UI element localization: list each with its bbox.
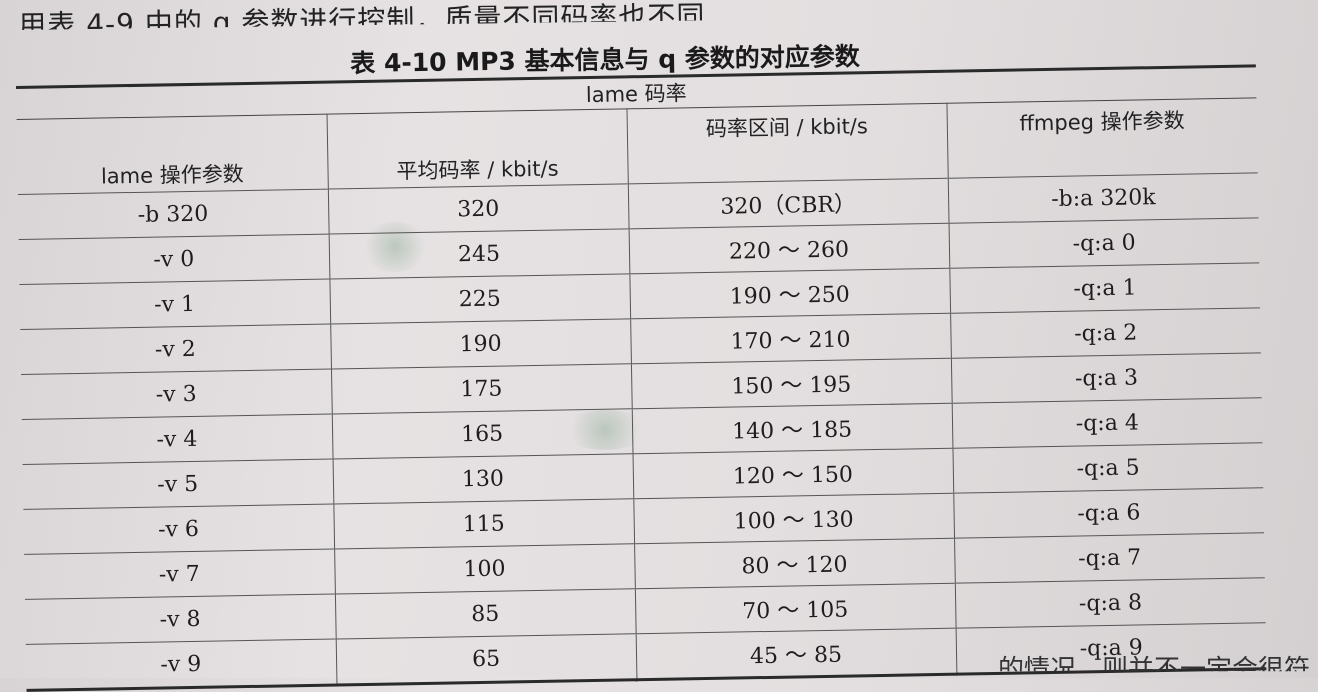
cell-bitrate-range: 190 ～ 250: [629, 268, 951, 319]
cell-lame-param: -v 5: [157, 471, 199, 498]
header-avg-bitrate: 平均码率 / kbit/s: [327, 149, 628, 190]
header-empty-cell: [627, 143, 948, 184]
header-bitrate-range: 码率区间 / kbit/s: [626, 103, 948, 150]
cell-avg-bitrate: 225: [329, 273, 631, 325]
cell-bitrate-range: 70 ～ 105: [634, 583, 956, 634]
cell-lame-param: -v 3: [155, 381, 197, 408]
cell-avg-bitrate: 245: [328, 228, 630, 280]
cell-lame-param: -b 320: [137, 201, 209, 228]
mp3-q-params-table: lame 码率 码率区间 / kbit/s ffmpeg 操作参数 lame 操…: [16, 64, 1267, 692]
header-empty-cell: [326, 108, 628, 155]
header-ffmpeg-param: ffmpeg 操作参数: [946, 97, 1258, 144]
header-empty-cell: [17, 114, 328, 160]
cell-bitrate-range: 220 ～ 260: [628, 223, 950, 274]
cell-bitrate-range: 45 ～ 85: [635, 628, 957, 680]
cell-bitrate-range: 320（CBR）: [627, 178, 949, 229]
cell-avg-bitrate: 190: [330, 318, 631, 370]
cell-ffmpeg-param: -q:a 3: [950, 352, 1262, 404]
cell-lame-param: -v 4: [156, 426, 198, 453]
cell-lame-param: -v 2: [154, 336, 197, 363]
cell-ffmpeg-param: -q:a 5: [952, 442, 1264, 494]
cell-bitrate-range: 150 ～ 195: [630, 358, 952, 409]
header-lame-param: lame 操作参数: [100, 162, 244, 189]
cell-avg-bitrate: 320: [327, 183, 629, 235]
cell-ffmpeg-param: -b:a 320k: [947, 172, 1259, 224]
cell-bitrate-range: 170 ～ 210: [630, 313, 951, 364]
bottom-body-text: 的情况，则并不一定会很符: [997, 655, 1310, 685]
cell-bitrate-range: 120 ～ 150: [632, 448, 954, 499]
cell-ffmpeg-param: -q:a 7: [954, 532, 1265, 584]
cell-avg-bitrate: 65: [335, 633, 637, 685]
cell-ffmpeg-param: -q:a 8: [954, 577, 1266, 629]
cell-ffmpeg-param: -q:a 2: [950, 307, 1261, 359]
book-page: 用表 4-9 中的 q 参数进行控制，质量不同码率也不同 表 4-10 MP3 …: [0, 0, 1318, 691]
cell-bitrate-range: 140 ～ 185: [631, 403, 953, 454]
cell-avg-bitrate: 115: [333, 498, 635, 550]
cell-lame-param: -v 9: [160, 651, 202, 678]
cell-ffmpeg-param: -q:a 6: [953, 487, 1265, 539]
cell-bitrate-range: 80 ～ 120: [634, 538, 955, 589]
cell-lame-param: -v 7: [158, 561, 200, 588]
intro-text: 用表 4-9 中的 q 参数进行控制，质量不同码率也不同: [18, 0, 706, 42]
cell-lame-param: -v 6: [157, 516, 200, 543]
cell-ffmpeg-param: -q:a 4: [951, 397, 1263, 449]
cell-bitrate-range: 100 ～ 130: [633, 493, 955, 544]
cell-avg-bitrate: 165: [331, 408, 633, 460]
cell-lame-param: -v 8: [159, 606, 201, 633]
cell-avg-bitrate: 130: [332, 453, 634, 505]
cell-lame-param: -v 0: [153, 246, 195, 273]
cell-avg-bitrate: 175: [330, 363, 632, 415]
table-container: lame 码率 码率区间 / kbit/s ffmpeg 操作参数 lame 操…: [16, 64, 1267, 692]
cell-ffmpeg-param: -q:a 0: [948, 217, 1260, 269]
cell-lame-param: -v 1: [153, 291, 196, 318]
cell-ffmpeg-param: -q:a 1: [949, 262, 1261, 314]
cell-avg-bitrate: 85: [334, 588, 636, 640]
cell-avg-bitrate: 100: [334, 543, 635, 595]
table-body: -b 320 320 320（CBR） -b:a 320k -v 0 245 2…: [17, 172, 1267, 691]
header-empty-cell: [947, 138, 1258, 179]
